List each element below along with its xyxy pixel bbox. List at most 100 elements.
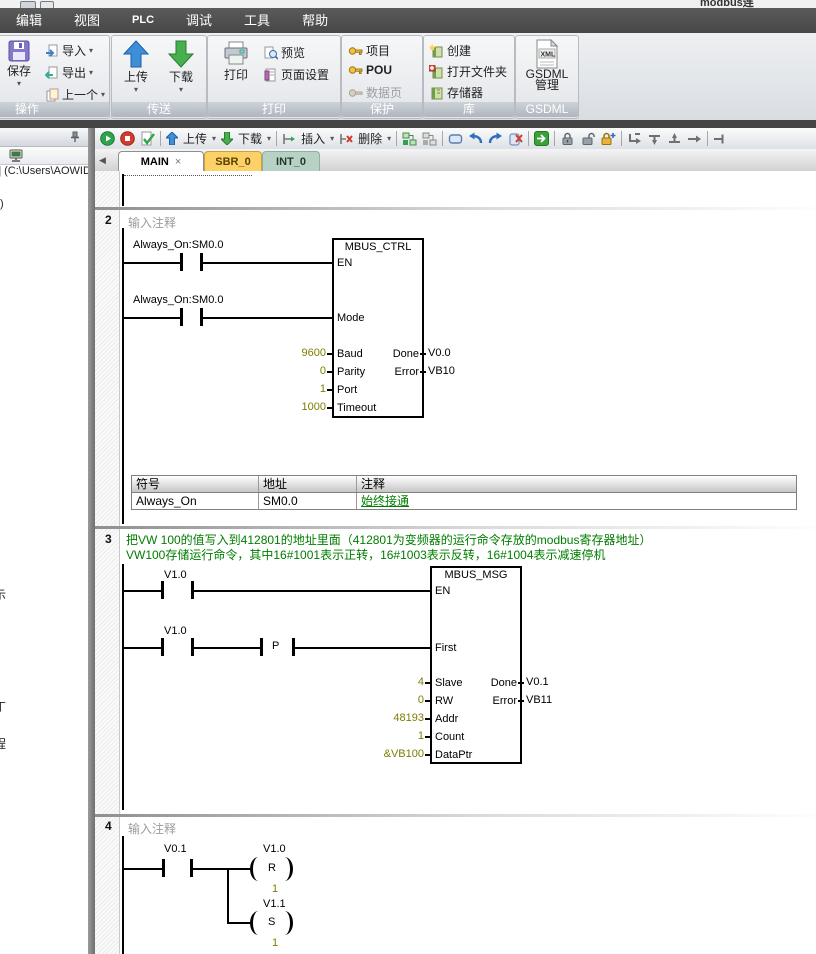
param-value-dataptr[interactable]: &VB100 bbox=[354, 748, 424, 760]
contact-bar[interactable] bbox=[180, 308, 183, 326]
header-symbol[interactable]: 符号 bbox=[132, 476, 259, 492]
tab-main[interactable]: MAIN × bbox=[118, 151, 204, 171]
coil-left-arc[interactable] bbox=[250, 857, 267, 881]
undo-icon[interactable] bbox=[468, 132, 483, 146]
header-address[interactable]: 地址 bbox=[259, 476, 357, 492]
export-button[interactable]: 导出▾ bbox=[45, 64, 93, 81]
param-value-addr[interactable]: 48193 bbox=[354, 712, 424, 724]
tree-item-fragment[interactable]: 程 bbox=[0, 735, 6, 752]
network3-number[interactable]: 3 bbox=[105, 532, 112, 546]
network4-comment[interactable]: 输入注释 bbox=[128, 820, 176, 837]
menu-help[interactable]: 帮助 bbox=[286, 8, 344, 33]
import-button[interactable]: 导入▾ bbox=[45, 42, 93, 59]
print-button[interactable]: 打印 bbox=[214, 40, 258, 83]
branch-line-up-icon[interactable] bbox=[667, 132, 682, 146]
branch-down-icon[interactable] bbox=[627, 132, 642, 146]
toolbar-delete-label[interactable]: 删除 bbox=[358, 130, 382, 147]
menu-debug[interactable]: 调试 bbox=[170, 8, 228, 33]
download-button[interactable]: 下载 ▾ bbox=[159, 40, 203, 94]
coil-right-arc[interactable] bbox=[276, 911, 293, 935]
panel-splitter[interactable] bbox=[88, 128, 95, 954]
pou-network-icon-gray[interactable] bbox=[422, 132, 437, 146]
param-value-parity[interactable]: 0 bbox=[266, 365, 326, 377]
page-setup-button[interactable]: 页面设置 bbox=[264, 66, 329, 83]
contact-bar[interactable] bbox=[161, 581, 164, 599]
output-operand-done[interactable]: V0.0 bbox=[428, 347, 451, 359]
output-operand-error[interactable]: VB10 bbox=[428, 365, 455, 377]
line-end-icon[interactable] bbox=[713, 132, 726, 146]
protect-pou-button[interactable]: POU bbox=[348, 63, 392, 77]
output-operand-done[interactable]: V0.1 bbox=[526, 676, 549, 688]
param-value-slave[interactable]: 4 bbox=[354, 676, 424, 688]
param-value-rw[interactable]: 0 bbox=[354, 694, 424, 706]
mbus-msg-block[interactable]: MBUS_MSG EN First Slave RW Addr Count Da… bbox=[430, 566, 522, 764]
menu-edit[interactable]: 编辑 bbox=[0, 8, 58, 33]
library-memory-button[interactable]: 存储器 bbox=[429, 84, 483, 101]
contact-operand[interactable]: V1.0 bbox=[164, 569, 187, 581]
output-operand-error[interactable]: VB11 bbox=[526, 694, 552, 706]
tab-scroll-left-icon[interactable]: ◀ bbox=[99, 155, 106, 166]
param-value-timeout[interactable]: 1000 bbox=[266, 401, 326, 413]
coil-left-arc[interactable] bbox=[250, 911, 267, 935]
tree-item-fragment[interactable]: ) bbox=[0, 198, 4, 210]
toolbar-insert-label[interactable]: 插入 bbox=[301, 130, 325, 147]
save-button[interactable]: 保存 ▾ bbox=[0, 40, 41, 88]
branch-line-down-icon[interactable] bbox=[647, 132, 662, 146]
compile-check-icon[interactable] bbox=[140, 131, 155, 146]
tree-item-fragment[interactable]: 丁 bbox=[0, 698, 6, 715]
contact-bar[interactable] bbox=[161, 638, 164, 656]
unlock-icon[interactable] bbox=[580, 131, 595, 146]
insert-caret-icon[interactable]: ▾ bbox=[330, 134, 334, 143]
pin-icon[interactable] bbox=[70, 131, 80, 143]
network4-number[interactable]: 4 bbox=[105, 819, 112, 833]
project-path-fragment[interactable]: ] (C:\Users\AOWID bbox=[0, 165, 88, 177]
contact-operand[interactable]: V1.0 bbox=[164, 625, 187, 637]
symbol-table-row[interactable]: Always_On SM0.0 始终接通 bbox=[132, 493, 796, 509]
redo-icon[interactable] bbox=[488, 132, 503, 146]
param-value-baud[interactable]: 9600 bbox=[266, 347, 326, 359]
network2-comment[interactable]: 输入注释 bbox=[128, 214, 176, 231]
param-value-port[interactable]: 1 bbox=[266, 383, 326, 395]
param-value-count[interactable]: 1 bbox=[354, 730, 424, 742]
contact-operand[interactable]: Always_On:SM0.0 bbox=[133, 239, 223, 251]
preview-button[interactable]: 预览 bbox=[264, 44, 305, 61]
edge-contact-letter[interactable]: P bbox=[272, 640, 279, 652]
run-button[interactable] bbox=[100, 131, 115, 146]
window-icon[interactable] bbox=[40, 1, 54, 8]
header-comment[interactable]: 注释 bbox=[357, 476, 796, 492]
coil-right-arc[interactable] bbox=[276, 857, 293, 881]
delete-icon[interactable] bbox=[339, 132, 353, 146]
mbus-ctrl-block[interactable]: MBUS_CTRL EN Mode Baud Parity Port Timeo… bbox=[332, 238, 424, 418]
protect-project-button[interactable]: 项目 bbox=[348, 42, 390, 59]
network3-comment-line2[interactable]: VW100存储运行命令，其中16#1001表示正转，16#1003表示反转，16… bbox=[126, 546, 606, 563]
coil-operand-value[interactable]: 1 bbox=[272, 883, 278, 895]
upload-small-icon[interactable] bbox=[166, 132, 178, 145]
menu-tools[interactable]: 工具 bbox=[228, 8, 286, 33]
download-small-icon[interactable] bbox=[221, 132, 233, 145]
gsdml-manage-button[interactable]: XML GSDML 管理 bbox=[525, 39, 569, 91]
pou-network-icon[interactable] bbox=[402, 132, 417, 146]
contact-operand[interactable]: Always_On:SM0.0 bbox=[133, 294, 223, 306]
contact-bar[interactable] bbox=[180, 253, 183, 271]
contact-bar[interactable] bbox=[162, 859, 165, 877]
lock-icon[interactable] bbox=[560, 131, 575, 146]
contact-operand[interactable]: V0.1 bbox=[164, 843, 187, 855]
library-create-button[interactable]: 创建 bbox=[429, 42, 471, 59]
toolbar-upload-label[interactable]: 上传 bbox=[183, 130, 207, 147]
coil-operand[interactable]: V1.1 bbox=[263, 898, 286, 910]
toolbar-download-label[interactable]: 下载 bbox=[238, 130, 262, 147]
tab-int0[interactable]: INT_0 bbox=[262, 151, 320, 171]
line-right-icon[interactable] bbox=[687, 132, 702, 146]
network2-number[interactable]: 2 bbox=[105, 213, 112, 227]
stop-button[interactable] bbox=[120, 131, 135, 146]
edge-contact-bar[interactable] bbox=[260, 638, 263, 656]
delete-page-icon[interactable] bbox=[508, 132, 523, 146]
upload-button[interactable]: 上传 ▾ bbox=[114, 40, 158, 94]
tab-sbr0[interactable]: SBR_0 bbox=[204, 151, 262, 171]
coil-operand[interactable]: V1.0 bbox=[263, 843, 286, 855]
lock-add-icon[interactable] bbox=[600, 131, 616, 146]
tree-item-fragment[interactable]: 示 bbox=[0, 586, 6, 603]
delete-caret-icon[interactable]: ▾ bbox=[387, 134, 391, 143]
tab-close-icon[interactable]: × bbox=[175, 156, 181, 168]
menu-plc[interactable]: PLC bbox=[116, 8, 170, 33]
